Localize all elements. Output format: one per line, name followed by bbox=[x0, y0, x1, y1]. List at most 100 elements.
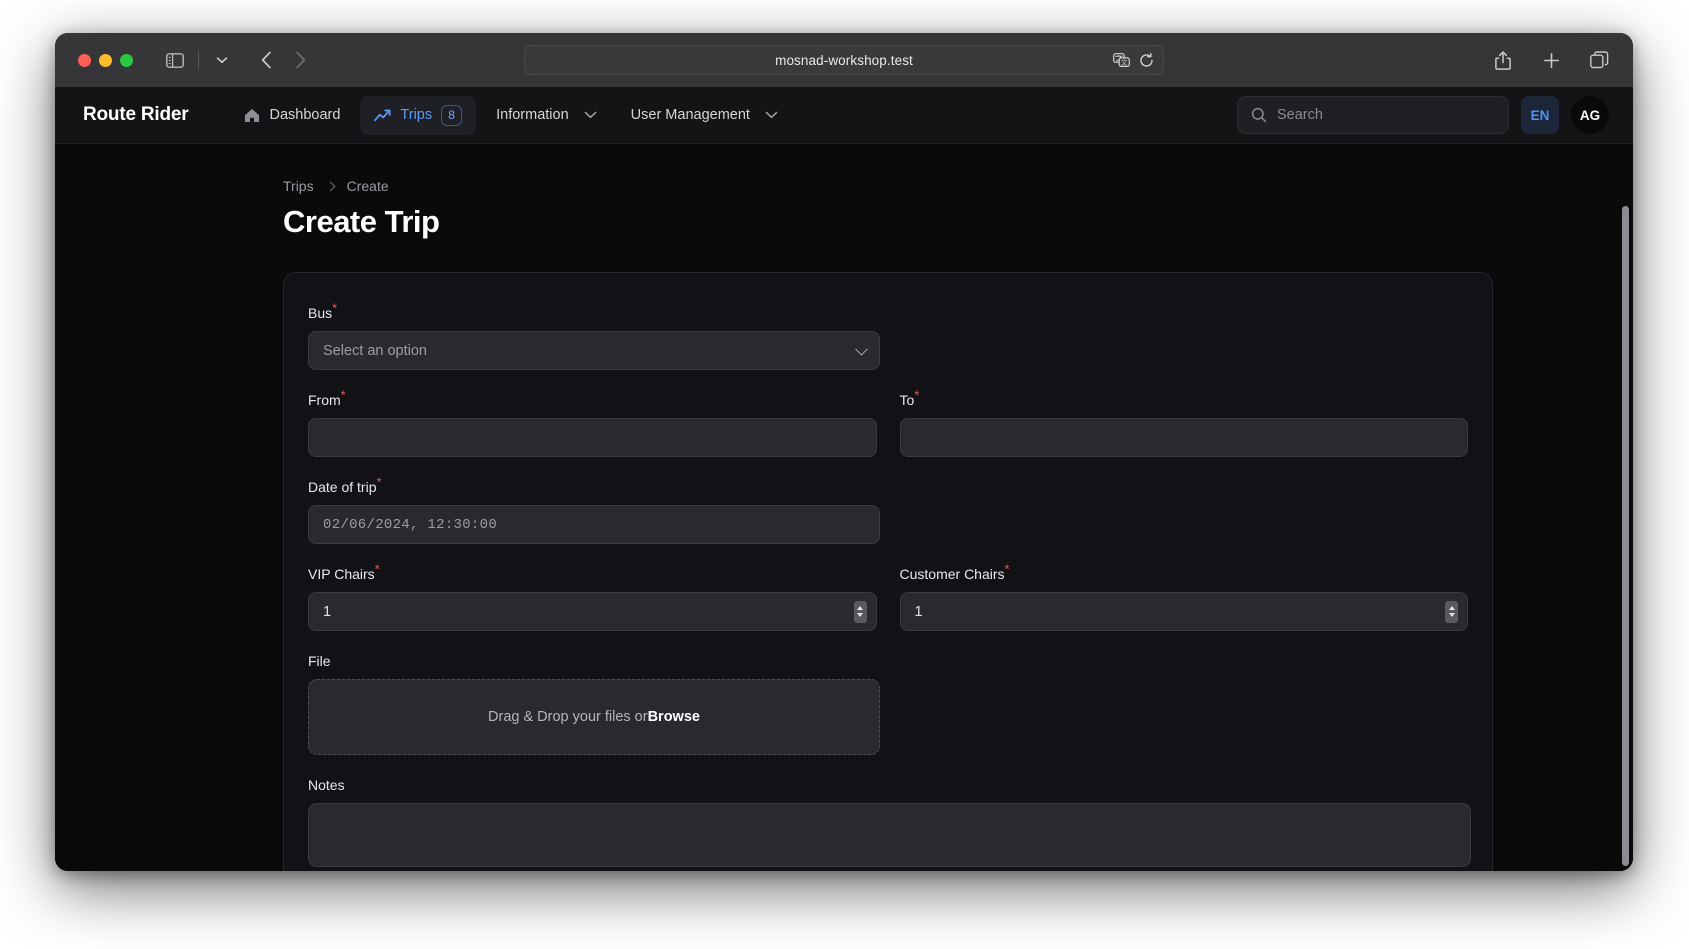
translate-icon[interactable]: 文 bbox=[1113, 53, 1130, 67]
page-inner: Trips Create Create Trip Bus* Select an … bbox=[55, 144, 1633, 871]
customer-chairs-stepper[interactable] bbox=[1445, 600, 1458, 623]
plus-icon bbox=[1543, 52, 1559, 68]
breadcrumb: Trips Create bbox=[283, 178, 1633, 194]
label-notes: Notes bbox=[308, 777, 345, 793]
label-from-text: From bbox=[308, 392, 341, 408]
stepper-up-icon[interactable] bbox=[857, 606, 863, 610]
stepper-down-icon[interactable] bbox=[857, 613, 863, 617]
breadcrumb-trips[interactable]: Trips bbox=[283, 178, 314, 194]
minimize-window-button[interactable] bbox=[99, 53, 112, 67]
required-indicator: * bbox=[340, 387, 346, 403]
browser-window: mosnad-workshop.test 文 Route Rider Dashb… bbox=[55, 33, 1633, 871]
screenshot-root: mosnad-workshop.test 文 Route Rider Dashb… bbox=[0, 0, 1689, 949]
bus-select[interactable]: Select an option bbox=[308, 331, 880, 370]
chevron-down-icon bbox=[584, 111, 597, 119]
browser-nav-controls bbox=[159, 45, 316, 75]
label-bus: Bus* bbox=[308, 301, 1468, 321]
to-input[interactable] bbox=[899, 418, 1468, 457]
sidebar-toggle-button[interactable] bbox=[159, 45, 191, 75]
nav-label-information: Information bbox=[496, 107, 569, 123]
label-vip-chairs: VIP Chairs* bbox=[308, 562, 877, 582]
trending-up-icon bbox=[374, 109, 391, 121]
chevron-down-icon bbox=[855, 342, 868, 356]
label-bus-text: Bus bbox=[308, 305, 333, 321]
required-indicator: * bbox=[374, 561, 380, 577]
svg-text:文: 文 bbox=[1121, 57, 1128, 66]
close-window-button[interactable] bbox=[78, 53, 91, 67]
main-navigation: Dashboard Trips 8 Information User Manag… bbox=[230, 95, 792, 135]
tab-overview-button[interactable] bbox=[1583, 45, 1615, 75]
breadcrumb-separator-icon bbox=[325, 181, 336, 191]
label-to: To* bbox=[899, 388, 1469, 408]
create-trip-form-card: Bus* Select an option From* To* Date of … bbox=[283, 272, 1493, 871]
tab-overview-icon bbox=[1589, 51, 1608, 69]
address-bar[interactable]: mosnad-workshop.test 文 bbox=[524, 45, 1164, 75]
label-to-text: To bbox=[899, 392, 915, 408]
nav-label-dashboard: Dashboard bbox=[269, 107, 341, 123]
dropzone-text: Drag & Drop your files or bbox=[488, 709, 648, 725]
row-from-to: From* To* bbox=[308, 388, 1469, 457]
vip-chairs-input[interactable]: 1 bbox=[308, 592, 877, 631]
field-date-of-trip: Date of trip* 02/06/2024, 12:30:00 bbox=[308, 475, 1468, 544]
maximize-window-button[interactable] bbox=[120, 53, 133, 67]
field-file: File Drag & Drop your files or Browse bbox=[308, 653, 1468, 755]
back-button[interactable] bbox=[250, 45, 282, 75]
field-vip-chairs: VIP Chairs* 1 bbox=[308, 562, 877, 631]
toolbar-divider bbox=[198, 51, 199, 69]
notes-textarea[interactable] bbox=[308, 803, 1471, 867]
date-of-trip-input[interactable]: 02/06/2024, 12:30:00 bbox=[308, 505, 880, 544]
nav-item-trips[interactable]: Trips 8 bbox=[360, 95, 477, 135]
label-date-of-trip-text: Date of trip bbox=[308, 479, 377, 495]
label-file: File bbox=[308, 653, 331, 669]
required-indicator: * bbox=[914, 387, 920, 403]
sidebar-options-button[interactable] bbox=[206, 45, 238, 75]
chevron-down-icon bbox=[216, 57, 228, 64]
vip-chairs-stepper[interactable] bbox=[853, 600, 867, 623]
sidebar-icon bbox=[166, 52, 184, 68]
address-bar-actions: 文 bbox=[1113, 46, 1154, 74]
label-from: From* bbox=[308, 388, 877, 408]
label-customer-chairs-text: Customer Chairs bbox=[899, 566, 1005, 582]
field-customer-chairs: Customer Chairs* 1 bbox=[899, 562, 1469, 631]
page-scrollbar-thumb[interactable] bbox=[1622, 206, 1629, 866]
new-tab-button[interactable] bbox=[1535, 45, 1567, 75]
forward-button[interactable] bbox=[284, 45, 316, 75]
nav-item-information[interactable]: Information bbox=[482, 98, 611, 132]
search-placeholder: Search bbox=[1277, 107, 1323, 123]
label-customer-chairs: Customer Chairs* bbox=[899, 562, 1469, 582]
navbar-right-actions: Search EN AG bbox=[1237, 96, 1609, 134]
customer-chairs-input[interactable]: 1 bbox=[899, 592, 1468, 631]
field-notes: Notes bbox=[308, 777, 1471, 867]
file-dropzone[interactable]: Drag & Drop your files or Browse bbox=[308, 679, 880, 755]
stepper-down-icon[interactable] bbox=[1448, 613, 1455, 617]
field-from: From* bbox=[308, 388, 877, 457]
home-icon bbox=[245, 108, 260, 122]
reload-icon[interactable] bbox=[1139, 52, 1154, 68]
vip-chairs-value: 1 bbox=[323, 603, 332, 620]
forward-icon bbox=[295, 51, 305, 69]
nav-item-user-management[interactable]: User Management bbox=[617, 98, 792, 132]
search-input[interactable]: Search bbox=[1237, 96, 1509, 134]
window-controls[interactable] bbox=[78, 53, 133, 67]
back-icon bbox=[261, 51, 271, 69]
row-chairs: VIP Chairs* 1 Customer Chairs* 1 bbox=[308, 562, 1469, 631]
nav-badge-trips: 8 bbox=[441, 104, 463, 126]
date-of-trip-placeholder: 02/06/2024, 12:30:00 bbox=[323, 516, 498, 533]
browse-link[interactable]: Browse bbox=[648, 709, 700, 725]
bus-select-value: Select an option bbox=[323, 342, 427, 359]
customer-chairs-value: 1 bbox=[914, 603, 923, 620]
url-text: mosnad-workshop.test bbox=[775, 52, 913, 68]
page-content: Trips Create Create Trip Bus* Select an … bbox=[55, 144, 1633, 871]
app-brand[interactable]: Route Rider bbox=[83, 104, 189, 126]
label-date-of-trip: Date of trip* bbox=[308, 475, 1468, 495]
from-input[interactable] bbox=[308, 418, 877, 457]
share-button[interactable] bbox=[1487, 45, 1519, 75]
field-bus: Bus* Select an option bbox=[308, 301, 1468, 370]
user-avatar[interactable]: AG bbox=[1571, 96, 1609, 134]
language-switcher-button[interactable]: EN bbox=[1521, 96, 1559, 134]
nav-item-dashboard[interactable]: Dashboard bbox=[230, 98, 354, 132]
stepper-up-icon[interactable] bbox=[1448, 606, 1455, 610]
field-to: To* bbox=[899, 388, 1469, 457]
address-bar-wrapper: mosnad-workshop.test 文 bbox=[524, 45, 1164, 75]
required-indicator: * bbox=[332, 300, 338, 316]
